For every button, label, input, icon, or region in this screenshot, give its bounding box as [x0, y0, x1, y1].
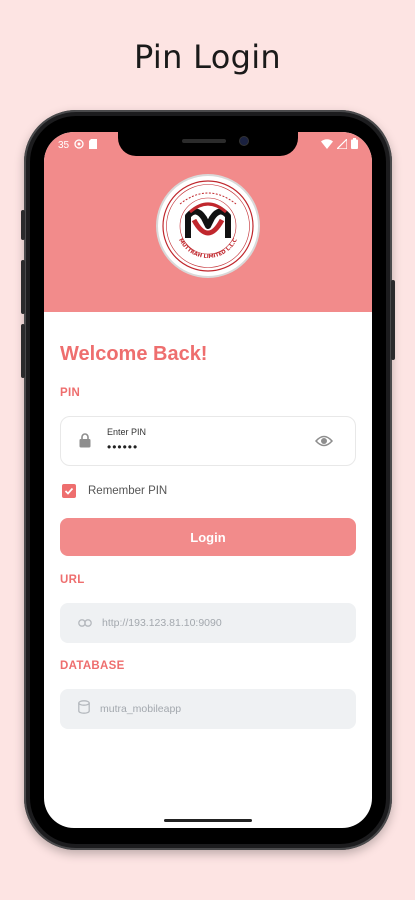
power-button [391, 280, 395, 360]
notch [118, 132, 298, 156]
url-value: http://193.123.81.10:9090 [102, 617, 222, 629]
signal-icon [335, 137, 348, 152]
url-section-label: URL [60, 574, 85, 586]
link-icon [78, 614, 92, 632]
battery-icon [351, 138, 358, 152]
silent-switch [21, 210, 25, 240]
phone-frame: 35 MUTTRAH LIMITED L.L.C Welcome Back! P… [21, 110, 395, 850]
database-value: mutra_mobileapp [100, 703, 182, 715]
check-icon [64, 487, 74, 495]
database-icon [78, 699, 90, 719]
speaker-grill [182, 139, 226, 143]
page-title: Pin Login [134, 38, 281, 76]
front-camera [240, 137, 248, 145]
pin-value: •••••• [107, 440, 139, 454]
sd-card-icon [89, 138, 98, 152]
app-notification-icon [74, 138, 84, 152]
status-time: 35 [58, 139, 70, 151]
database-section-label: DATABASE [60, 660, 125, 672]
volume-up-button [21, 260, 25, 314]
remember-pin-label: Remember PIN [88, 485, 168, 497]
url-field: http://193.123.81.10:9090 [60, 603, 356, 643]
remember-pin-row[interactable]: Remember PIN [62, 484, 167, 498]
welcome-heading: Welcome Back! [60, 343, 208, 365]
login-button[interactable]: Login [60, 518, 356, 556]
database-field: mutra_mobileapp [60, 689, 356, 729]
eye-icon[interactable] [314, 434, 334, 453]
volume-down-button [21, 324, 25, 378]
pin-input[interactable]: Enter PIN •••••• [60, 416, 356, 466]
remember-pin-checkbox[interactable] [62, 484, 76, 498]
pin-field-label: Enter PIN [107, 427, 147, 437]
company-logo: MUTTRAH LIMITED L.L.C [158, 176, 258, 276]
pin-section-label: PIN [60, 387, 81, 399]
wifi-icon [321, 138, 333, 152]
home-indicator[interactable] [164, 819, 252, 822]
app-screen: 35 MUTTRAH LIMITED L.L.C Welcome Back! P… [44, 132, 372, 828]
lock-icon [79, 433, 91, 453]
